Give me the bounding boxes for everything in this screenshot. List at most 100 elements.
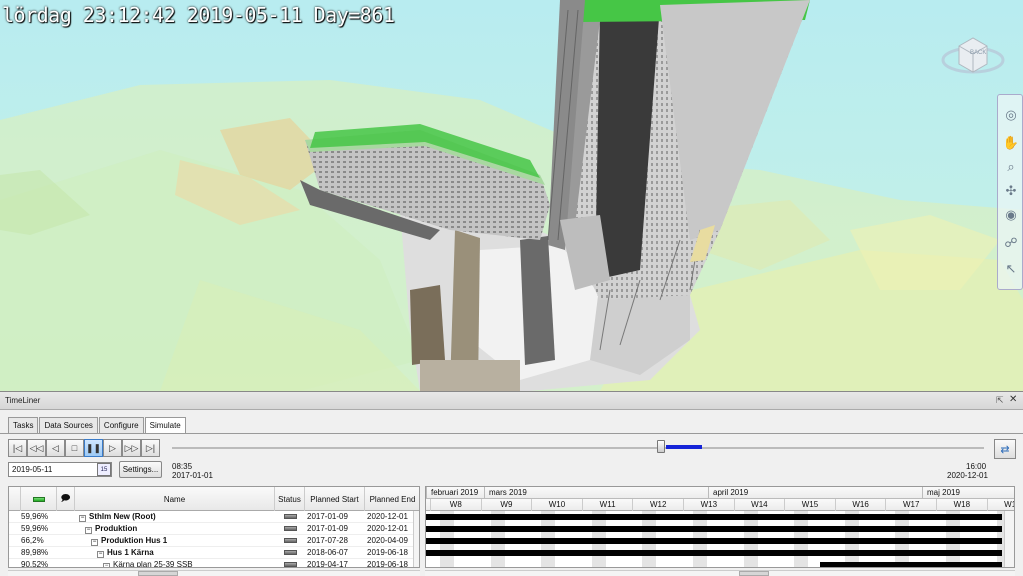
name-column-header[interactable]: Name (75, 487, 275, 511)
comment-column-header[interactable]: 🗩 (57, 487, 75, 511)
step-forward-button[interactable]: ▷▷ (122, 439, 141, 457)
look-icon[interactable]: ◉ (1001, 205, 1021, 225)
task-progress: 59,96% (21, 512, 49, 521)
stop-button[interactable]: □ (65, 439, 84, 457)
simulation-time-overlay: lördag 23:12:42 2019-05-11 Day=861 (2, 3, 395, 27)
timeliner-tabs: Tasks Data Sources Configure Simulate (8, 417, 187, 434)
month-label: april 2019 (708, 487, 922, 499)
timeliner-title-bar: TimeLiner ⇱ ✕ (0, 392, 1023, 410)
gantt-bar[interactable] (426, 538, 1002, 544)
table-row[interactable]: 59,96% − Sthlm New (Root) 2017-01-09 2020-12… (9, 511, 419, 523)
month-label: februari 2019 (426, 487, 484, 499)
building-model-render (0, 0, 1023, 391)
pause-button[interactable]: ❚❚ (84, 439, 103, 457)
collapse-icon[interactable]: − (103, 563, 110, 567)
collapse-icon[interactable]: − (85, 527, 92, 534)
export-animation-icon[interactable]: ⇄ (994, 439, 1016, 459)
go-to-start-button[interactable]: |◁ (8, 439, 27, 457)
end-time-label: 16:00 (966, 462, 987, 471)
play-reverse-button[interactable]: ◁ (46, 439, 65, 457)
gantt-vertical-scrollbar[interactable] (1004, 511, 1014, 567)
select-arrow-icon[interactable]: ↖ (1001, 259, 1021, 279)
collapse-icon[interactable]: − (91, 539, 98, 546)
progress-column-header[interactable] (21, 487, 57, 511)
settings-button[interactable]: Settings... (119, 461, 162, 478)
task-name: Hus 1 Kärna (107, 548, 154, 557)
time-slider-track[interactable] (172, 447, 984, 449)
zoom-window-icon[interactable]: ⌕ (1001, 157, 1021, 177)
planned-end-cell: 2020-12-01 (367, 512, 408, 521)
start-time-label: 08:35 (172, 462, 193, 471)
task-name-cell: − Hus 1 Kärna (97, 547, 275, 559)
status-indicator-icon (284, 526, 297, 531)
planned-end-cell: 2019-06-18 (367, 560, 408, 568)
gantt-bar[interactable] (426, 526, 1002, 532)
week-label: W18 (936, 499, 987, 511)
table-row[interactable]: 89,98% − Hus 1 Kärna 2018-06-07 2019-06-18 (9, 547, 419, 559)
gantt-bar[interactable] (426, 550, 1002, 556)
week-label: W8 (430, 499, 481, 511)
planned-start-cell: 2017-07-28 (307, 536, 348, 545)
task-name: Kärna plan 25-39 SSB (113, 560, 193, 568)
gantt-month-header: februari 2019 mars 2019 april 2019 maj 2… (426, 487, 1014, 499)
play-button[interactable]: ▷ (103, 439, 122, 457)
table-row[interactable]: 59,96% − Produktion 2017-01-09 2020-12-01 (9, 523, 419, 535)
table-row[interactable]: 90,52% − Kärna plan 25-39 SSB 2019-04-17 201… (9, 559, 419, 568)
gantt-horizontal-scrollbar[interactable] (425, 570, 1015, 576)
start-date-label: 2017-01-01 (172, 471, 213, 480)
planned-start-cell: 2019-04-17 (307, 560, 348, 568)
go-to-end-button[interactable]: ▷| (141, 439, 160, 457)
grid-header: 🗩 Name Status Planned Start Planned End (9, 487, 419, 511)
status-column-header[interactable]: Status (275, 487, 305, 511)
task-name: Sthlm New (Root) (89, 512, 156, 521)
pan-hand-icon[interactable]: ✋ (1001, 133, 1021, 153)
task-progress: 59,96% (21, 524, 49, 533)
viewcube-icon[interactable]: BACK (941, 24, 1005, 82)
planned-start-cell: 2017-01-09 (307, 512, 348, 521)
time-slider-thumb[interactable] (657, 440, 665, 453)
row-selector-header (9, 487, 21, 511)
task-name-cell: − Produktion (85, 523, 275, 535)
tab-tasks[interactable]: Tasks (8, 417, 39, 433)
playback-controls: |◁ ◁◁ ◁ □ ❚❚ ▷ ▷▷ ▷| (8, 439, 160, 457)
timeliner-panel: TimeLiner ⇱ ✕ Tasks Data Sources Configu… (0, 391, 1023, 576)
table-row[interactable]: 66,2% − Produktion Hus 1 2017-07-28 2020-04-… (9, 535, 419, 547)
viewcube-face-label: BACK (970, 50, 986, 56)
orbit-icon[interactable]: ✣ (1001, 181, 1021, 201)
navigation-bar: ◎ ✋ ⌕ ✣ ◉ ☍ ↖ (997, 94, 1023, 290)
steering-wheel-icon[interactable]: ◎ (1001, 105, 1021, 125)
walk-icon[interactable]: ☍ (1001, 233, 1021, 253)
status-indicator-icon (284, 514, 297, 519)
gantt-bar[interactable] (426, 514, 1002, 520)
tab-data-sources[interactable]: Data Sources (39, 417, 98, 433)
task-name-cell: − Kärna plan 25-39 SSB (103, 559, 275, 568)
planned-start-column-header[interactable]: Planned Start (305, 487, 365, 511)
week-label: W10 (531, 499, 582, 511)
week-label: W12 (632, 499, 683, 511)
tab-configure[interactable]: Configure (98, 417, 144, 433)
time-slider-highlight (666, 445, 702, 449)
week-label: W15 (784, 499, 835, 511)
pin-icon[interactable]: ⇱ (996, 395, 1004, 406)
task-grid: 🗩 Name Status Planned Start Planned End … (8, 486, 420, 568)
task-name: Produktion Hus 1 (101, 536, 168, 545)
tab-simulate[interactable]: Simulate (144, 417, 186, 434)
gantt-bar[interactable] (820, 562, 1002, 567)
collapse-icon[interactable]: − (97, 551, 104, 558)
timeliner-title: TimeLiner (5, 396, 41, 405)
grid-horizontal-scrollbar[interactable] (8, 570, 420, 576)
calendar-icon[interactable]: 15 (97, 463, 111, 476)
end-date-label: 2020-12-01 (947, 471, 988, 480)
planned-end-cell: 2020-12-01 (367, 524, 408, 533)
planned-end-column-header[interactable]: Planned End (365, 487, 419, 511)
3d-viewport[interactable]: lördag 23:12:42 2019-05-11 Day=861 BACK … (0, 0, 1023, 391)
step-back-button[interactable]: ◁◁ (27, 439, 46, 457)
tab-divider (0, 433, 1023, 434)
gantt-scroll-thumb[interactable] (739, 571, 769, 576)
grid-scroll-thumb[interactable] (138, 571, 178, 576)
planned-end-cell: 2019-06-18 (367, 548, 408, 557)
grid-vertical-scrollbar[interactable] (413, 511, 419, 567)
planned-start-cell: 2017-01-09 (307, 524, 348, 533)
collapse-icon[interactable]: − (79, 515, 86, 522)
close-icon[interactable]: ✕ (1009, 394, 1017, 405)
